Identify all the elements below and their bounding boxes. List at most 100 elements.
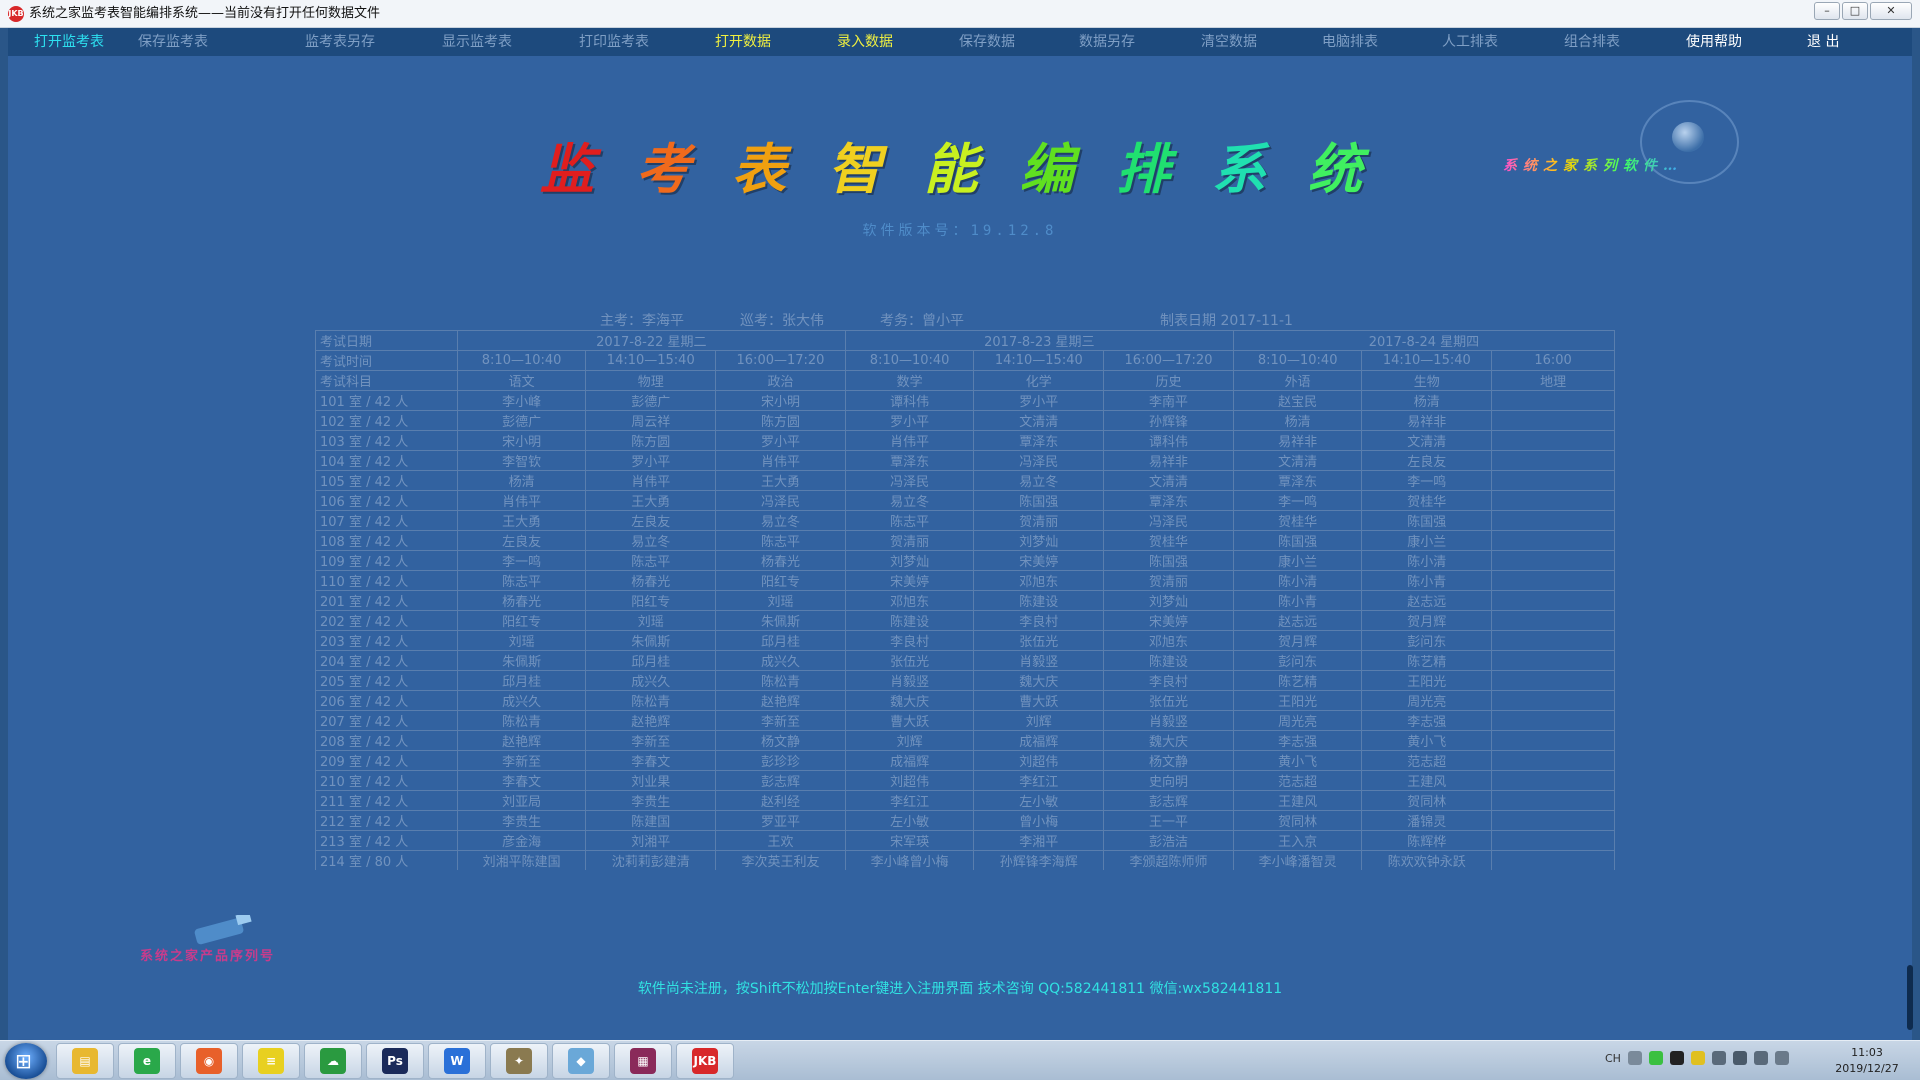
table-cell: 魏大庆 — [844, 690, 975, 711]
menu-open-exam-table[interactable]: 打开监考表 — [34, 28, 104, 56]
menu-clear-data[interactable]: 清空数据 — [1201, 28, 1257, 56]
table-cell: 李一鸣 — [1361, 470, 1493, 491]
table-cell — [1491, 470, 1615, 491]
table-cell: 李新至 — [456, 750, 587, 771]
menu-help[interactable]: 使用帮助 — [1686, 28, 1742, 56]
taskbar-photoshop-button[interactable]: Ps — [366, 1043, 424, 1079]
jkb-app-icon: JKB — [692, 1048, 718, 1074]
table-cell: 冯泽民 — [973, 450, 1105, 471]
clock[interactable]: 11:03 2019/12/27 — [1822, 1045, 1912, 1077]
table-cell: 贺月辉 — [1361, 610, 1493, 631]
taskbar-game-button[interactable]: ✦ — [490, 1043, 548, 1079]
scrollbar-thumb[interactable] — [1907, 965, 1913, 1030]
taskbar-eraser-tool-button[interactable]: ◆ — [552, 1043, 610, 1079]
taskbar-file-explorer-button[interactable]: ▤ — [56, 1043, 114, 1079]
taskbar-notes-button[interactable]: ≡ — [242, 1043, 300, 1079]
table-cell: 成兴久 — [715, 650, 846, 671]
minimize-button[interactable]: – — [1814, 2, 1840, 20]
table-cell: 李红江 — [844, 790, 975, 811]
table-cell: 王欢 — [715, 830, 846, 851]
table-cell — [1491, 550, 1615, 571]
table-cell — [1491, 710, 1615, 731]
ie-browser-icon: e — [134, 1048, 160, 1074]
maximize-button[interactable]: □ — [1842, 2, 1868, 20]
table-cell — [1491, 530, 1615, 551]
table-cell: 刘湘平 — [585, 830, 717, 851]
table-cell: 李良村 — [1103, 670, 1234, 691]
menu-exit[interactable]: 退 出 — [1807, 28, 1839, 56]
security-icon[interactable] — [1690, 1051, 1705, 1065]
table-row: 103 室 / 42 人宋小明 陈方圆 罗小平 肖伟平 覃泽东 谭科伟 易祥非 文清清 — [315, 430, 1615, 451]
serial-label: 系统之家产品序列号 — [140, 949, 276, 964]
menu-auto-schedule[interactable]: 电脑排表 — [1322, 28, 1378, 56]
menu-save-data-as[interactable]: 数据另存 — [1079, 28, 1135, 56]
table-cell: 左小敏 — [973, 790, 1105, 811]
table-cell: 李湘平 — [973, 830, 1105, 851]
table-cell: 李小峰曾小梅 — [844, 850, 975, 870]
table-cell: 王阳光 — [1361, 670, 1493, 691]
menu-manual-schedule[interactable]: 人工排表 — [1442, 28, 1498, 56]
table-cell: 李新至 — [715, 710, 846, 731]
table-cell: 16:00 — [1491, 350, 1615, 371]
wechat-icon[interactable] — [1648, 1051, 1663, 1065]
menu-save-data[interactable]: 保存数据 — [959, 28, 1015, 56]
menu-show-exam-table[interactable]: 显示监考表 — [442, 28, 512, 56]
table-cell: 邓旭东 — [844, 590, 975, 611]
table-date-cell: 2017-8-23 星期三 — [844, 330, 1234, 351]
network-icon[interactable] — [1711, 1051, 1726, 1065]
table-cell: 刘梦灿 — [973, 530, 1105, 551]
menu-open-data[interactable]: 打开数据 — [715, 28, 771, 56]
display-icon[interactable] — [1774, 1051, 1789, 1065]
table-cell: 成福辉 — [844, 750, 975, 771]
table-cell: 文清清 — [1232, 450, 1363, 471]
table-cell: 朱佩斯 — [456, 650, 587, 671]
table-cell: 8:10—10:40 — [456, 350, 587, 371]
language-indicator[interactable]: CH — [1605, 1052, 1621, 1065]
table-cell: 陈国强 — [973, 490, 1105, 511]
table-cell: 陈国强 — [1103, 550, 1234, 571]
table-cell: 陈小青 — [1361, 570, 1493, 591]
volume-icon[interactable] — [1732, 1051, 1747, 1065]
taskbar-firefox-button[interactable]: ◉ — [180, 1043, 238, 1079]
close-button[interactable]: ✕ — [1870, 2, 1912, 20]
table-cell: 肖伟平 — [844, 430, 975, 451]
table-cell: 彭问东 — [1361, 630, 1493, 651]
qq-icon[interactable] — [1669, 1051, 1684, 1065]
taskbar-jkb-app-button[interactable]: JKB — [676, 1043, 734, 1079]
table-row-label: 201 室 / 42 人 — [315, 590, 458, 611]
table-row-label: 108 室 / 42 人 — [315, 530, 458, 551]
taskbar-cloud-sync-button[interactable]: ☁ — [304, 1043, 362, 1079]
menu-save-exam-table-as[interactable]: 监考表另存 — [305, 28, 375, 56]
table-cell: 康小兰 — [1361, 530, 1493, 551]
window-controls: – □ ✕ — [1812, 2, 1912, 20]
table-cell: 宋美婷 — [973, 550, 1105, 571]
speaker-icon[interactable] — [1753, 1051, 1768, 1065]
table-cell: 朱佩斯 — [585, 630, 717, 651]
taskbar-winrar-button[interactable]: ▦ — [614, 1043, 672, 1079]
table-row: 101 室 / 42 人李小峰 彭德广 宋小明 谭科伟 罗小平 李南平 赵宝民 杨清 — [315, 390, 1615, 411]
table-cell: 张伍光 — [973, 630, 1105, 651]
table-cell: 阳红专 — [456, 610, 587, 631]
table-cell: 陈小清 — [1232, 570, 1363, 591]
table-cell: 曾小梅 — [973, 810, 1105, 831]
taskbar-wps-writer-button[interactable]: W — [428, 1043, 486, 1079]
table-cell: 刘梦灿 — [844, 550, 975, 571]
menu-save-exam-table[interactable]: 保存监考表 — [138, 28, 208, 56]
table-cell: 刘瑶 — [585, 610, 717, 631]
title-bar: JKB 系统之家监考表智能编排系统——当前没有打开任何数据文件 – □ ✕ — [0, 0, 1920, 28]
table-cell: 刘超伟 — [844, 770, 975, 791]
table-cell: 王大勇 — [715, 470, 846, 491]
menu-print-exam-table[interactable]: 打印监考表 — [579, 28, 649, 56]
menu-enter-data[interactable]: 录入数据 — [837, 28, 893, 56]
start-button[interactable]: ⊞ — [5, 1043, 47, 1079]
table-cell: 文清清 — [973, 410, 1105, 431]
table-cell: 贺清丽 — [844, 530, 975, 551]
table-cell: 成兴久 — [585, 670, 717, 691]
menu-combined-schedule[interactable]: 组合排表 — [1564, 28, 1620, 56]
taskbar-ie-browser-button[interactable]: e — [118, 1043, 176, 1079]
keyboard-icon[interactable] — [1627, 1051, 1642, 1065]
table-cell: 彭德广 — [456, 410, 587, 431]
table-cell: 曹大跃 — [844, 710, 975, 731]
table-cell: 邱月桂 — [715, 630, 846, 651]
table-cell: 孙辉锋李海辉 — [973, 850, 1105, 870]
